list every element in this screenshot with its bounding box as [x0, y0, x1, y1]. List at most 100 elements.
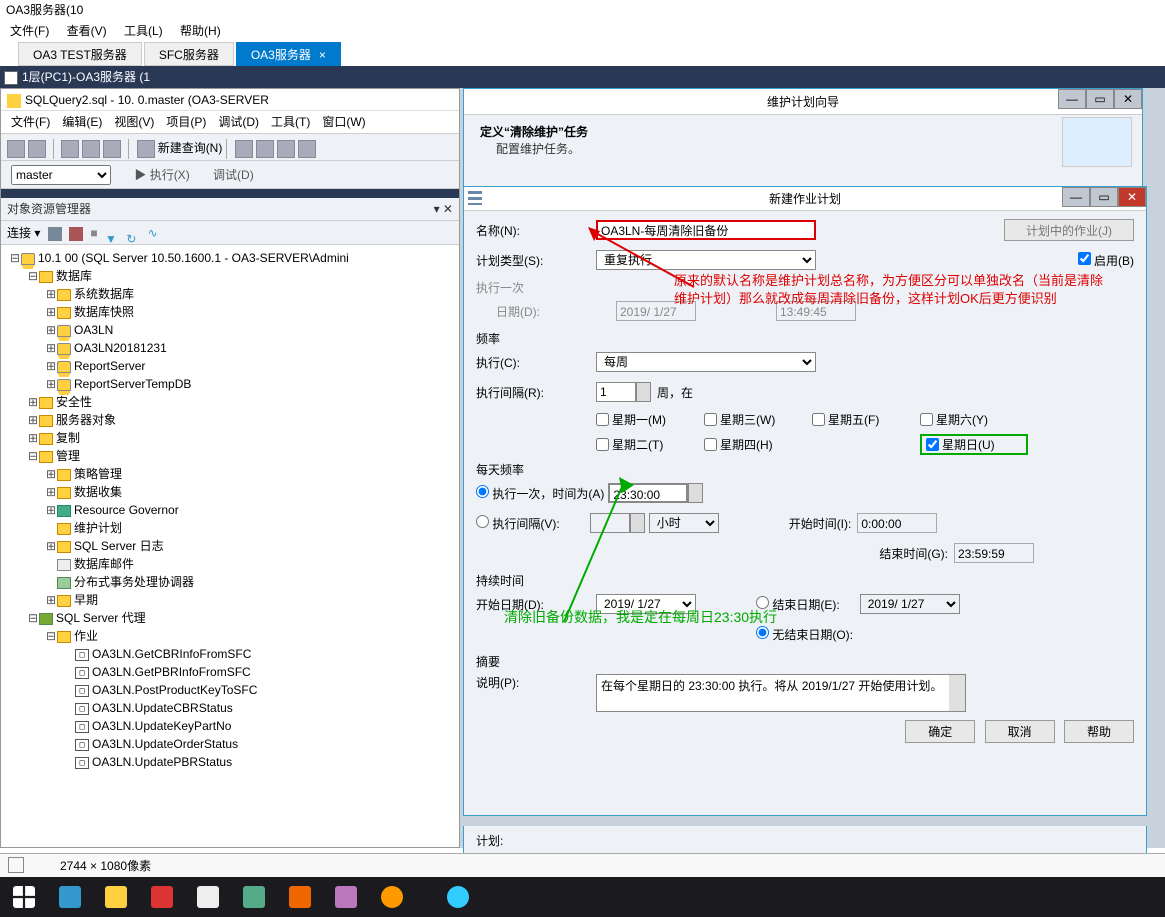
cb-sun[interactable]: 星期日(U) [920, 434, 1028, 455]
new-query-icon[interactable] [137, 140, 155, 158]
rb-every[interactable]: 执行间隔(V): [476, 515, 560, 532]
taskbar-app7[interactable] [324, 879, 368, 915]
enabled-checkbox[interactable]: 启用(B) [1078, 252, 1134, 269]
start-time: 0:00:00 [857, 513, 937, 533]
server-tabs: OA3 TEST服务器 SFC服务器 OA3服务器× [0, 42, 1165, 66]
cb-tue[interactable]: 星期二(T) [596, 434, 704, 455]
tab-oa3-test[interactable]: OA3 TEST服务器 [18, 42, 142, 66]
document-tab[interactable]: 1层(PC1)-OA3服务器 (1 [0, 66, 1165, 88]
lbl-plan: 计划: [476, 832, 1134, 849]
close-icon[interactable]: ✕ [1118, 187, 1146, 207]
mail-icon [57, 559, 71, 571]
taskbar-app2[interactable] [94, 879, 138, 915]
cb-mon[interactable]: 星期一(M) [596, 411, 704, 428]
spinner-icon[interactable] [636, 382, 651, 402]
schedule-dialog: 新建作业计划 — ▭ ✕ 名称(N): 计划中的作业(J) 计划类型(S): 重… [463, 186, 1147, 816]
open-icon[interactable] [61, 140, 79, 158]
exec-select[interactable]: 每周 [596, 352, 816, 372]
taskbar-app9[interactable] [436, 879, 480, 915]
tab-sfc[interactable]: SFC服务器 [144, 42, 234, 66]
start-button[interactable] [2, 879, 46, 915]
rb-once[interactable]: 执行一次，时间为(A) [476, 485, 604, 502]
ok-button[interactable]: 确定 [905, 720, 975, 743]
ssms-toolbar2[interactable]: master ▶ 执行(X) 调试(D) [1, 161, 459, 189]
ssms-toolbar1[interactable]: 新建查询(N) [1, 133, 459, 161]
save-icon[interactable] [82, 140, 100, 158]
connect-button[interactable]: 连接 ▾ [7, 226, 40, 240]
wizard-subtitle: 配置维护任务。 [496, 140, 1126, 157]
minimize-icon[interactable]: — [1062, 187, 1090, 207]
ssms-menu[interactable]: 文件(F)编辑(E)视图(V)项目(P)调试(D)工具(T)窗口(W) [1, 111, 459, 133]
taskbar-app8[interactable] [370, 879, 414, 915]
maximize-icon[interactable]: ▭ [1090, 187, 1118, 207]
cb-fri[interactable]: 星期五(F) [812, 411, 920, 428]
end-time: 23:59:59 [954, 543, 1034, 563]
disconnect-icon[interactable] [69, 227, 83, 241]
wizard-art [1062, 117, 1132, 167]
plug-icon[interactable] [48, 227, 62, 241]
cancel-button[interactable]: 取消 [985, 720, 1055, 743]
filter-icon[interactable]: ▼ [105, 227, 119, 241]
dialog-title: 新建作业计划 — ▭ ✕ [464, 187, 1146, 211]
group-freq: 频率 [476, 330, 1134, 347]
every-value [590, 513, 630, 533]
taskbar-app6[interactable] [278, 879, 322, 915]
description-box: 在每个星期日的 23:30:00 执行。将从 2019/1/27 开始使用计划。 [596, 674, 966, 712]
main-menu[interactable]: 文件(F) 查看(V) 工具(L) 帮助(H) [0, 20, 1165, 42]
object-explorer-title: 对象资源管理器▾ ✕ [1, 198, 459, 221]
job-icon: □ [75, 649, 89, 661]
debug-button[interactable]: 调试(D) [213, 168, 254, 182]
cb-sat[interactable]: 星期六(Y) [920, 411, 1028, 428]
menu-file[interactable]: 文件(F) [10, 24, 49, 38]
menu-view[interactable]: 查看(V) [67, 24, 107, 38]
taskbar-app4[interactable] [186, 879, 230, 915]
sql-file-icon [7, 94, 21, 108]
nav-back-icon[interactable] [7, 140, 25, 158]
status-bar: 2744 × 1080像素 [0, 853, 1165, 877]
taskbar-app1[interactable] [48, 879, 92, 915]
app-icon [4, 71, 18, 85]
menu-tools[interactable]: 工具(L) [124, 24, 163, 38]
every-unit: 小时 [649, 513, 719, 533]
taskbar-app5[interactable] [232, 879, 276, 915]
save-all-icon[interactable] [103, 140, 121, 158]
group-summary: 摘要 [476, 653, 1134, 670]
folder-icon [39, 271, 53, 283]
help-button[interactable]: 帮助 [1064, 720, 1134, 743]
interval-input[interactable] [596, 382, 636, 402]
schedule-icon [468, 191, 482, 205]
lbl-interval: 执行间隔(R): [476, 384, 596, 401]
agent-icon [39, 613, 53, 625]
tab-oa3[interactable]: OA3服务器× [236, 42, 341, 66]
database-icon [57, 325, 71, 337]
close-icon[interactable]: × [319, 48, 326, 62]
lbl-name: 名称(N): [476, 222, 596, 239]
scrollbar[interactable] [949, 675, 965, 711]
taskbar[interactable] [0, 877, 1165, 917]
taskbar-app3[interactable] [140, 879, 184, 915]
database-select[interactable]: master [11, 165, 111, 185]
dtc-icon [57, 577, 71, 589]
close-icon[interactable]: ✕ [1114, 89, 1142, 109]
lbl-exec: 执行(C): [476, 354, 596, 371]
cb-wed[interactable]: 星期三(W) [704, 411, 812, 428]
minimize-icon[interactable]: — [1058, 89, 1086, 109]
resource-governor-icon [57, 505, 71, 517]
rb-no-end[interactable]: 无结束日期(O): [756, 626, 853, 643]
plan-type-select[interactable]: 重复执行 [596, 250, 816, 270]
execute-button[interactable]: ▶ 执行(X) [134, 168, 189, 182]
window-title: OA3服务器(10 [0, 0, 1165, 20]
object-explorer-tree[interactable]: ⊟10.1 00 (SQL Server 10.50.1600.1 - OA3-… [1, 245, 459, 847]
once-time-input[interactable]: 23:30:00 [608, 483, 688, 503]
object-explorer-toolbar[interactable]: 连接 ▾ ■ ▼ ↻ ∿ [1, 221, 459, 245]
menu-help[interactable]: 帮助(H) [180, 24, 221, 38]
name-input[interactable] [596, 220, 816, 240]
maximize-icon[interactable]: ▭ [1086, 89, 1114, 109]
cb-thu[interactable]: 星期四(H) [704, 434, 812, 455]
refresh-icon[interactable]: ↻ [126, 227, 140, 241]
group-duration: 持续时间 [476, 572, 1134, 589]
server-icon [21, 253, 35, 265]
nav-fwd-icon[interactable] [28, 140, 46, 158]
weekday-selector: 星期一(M) 星期三(W) 星期五(F) 星期六(Y) 星期二(T) 星期四(H… [596, 411, 1134, 455]
new-query-button[interactable]: 新建查询(N) [158, 141, 223, 155]
